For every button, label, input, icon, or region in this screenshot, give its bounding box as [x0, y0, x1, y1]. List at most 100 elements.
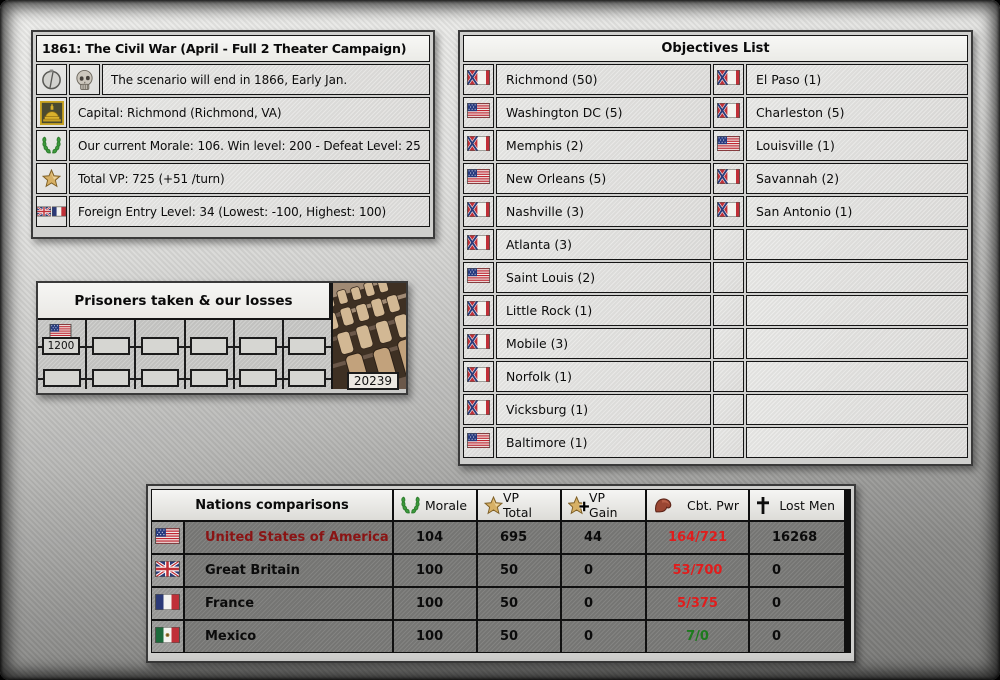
objective-flag-cell	[463, 262, 494, 293]
france-flag	[154, 592, 181, 614]
capitol-icon	[39, 100, 64, 125]
nations-table-title: Nations comparisons	[152, 490, 392, 520]
prisoners-grid: 1200	[38, 320, 331, 389]
scenario-title: 1861: The Civil War (April - Full 2 Thea…	[36, 35, 430, 62]
uk-flag	[37, 206, 51, 217]
objective-label: Little Rock (1)	[496, 295, 711, 326]
uk-flag	[154, 559, 181, 581]
nation-vp-gain: 44	[562, 522, 645, 553]
nation-morale: 100	[394, 588, 476, 619]
csa-flag	[466, 69, 491, 89]
csa-flag	[466, 201, 491, 221]
prisoner-column	[235, 320, 284, 389]
objective-flag-cell	[463, 328, 494, 359]
objective-label: Baltimore (1)	[496, 427, 711, 458]
objective-flag-cell	[713, 64, 744, 95]
objective-flag-cell	[463, 427, 494, 458]
scenario-icon-cell	[36, 97, 67, 128]
nation-vp-gain: 0	[562, 555, 645, 586]
objective-flag-cell	[713, 196, 744, 227]
nation-vp-total: 50	[478, 555, 560, 586]
nations-panel: Nations comparisons Morale VP Total VP Gain…	[146, 484, 856, 663]
scenario-icon-cell	[36, 130, 67, 161]
scenario-row-text: Total VP: 725 (+51 /turn)	[69, 163, 430, 194]
nation-morale: 104	[394, 522, 476, 553]
scenario-icon-cell	[36, 196, 67, 227]
prisoners-count-box	[239, 337, 278, 355]
bicep-icon	[653, 496, 673, 515]
prisoner-column: 1200	[38, 320, 88, 389]
nation-flag-cell	[152, 621, 183, 652]
star-icon	[484, 495, 503, 515]
objective-flag-cell	[463, 196, 494, 227]
objective-flag-cell	[713, 262, 744, 293]
objectives-title: Objectives List	[463, 35, 968, 62]
objective-flag-cell	[463, 361, 494, 392]
nations-column-label: VP Gain	[589, 490, 618, 520]
prisoner-column	[87, 320, 137, 389]
clock-icon	[40, 68, 63, 91]
objective-flag-cell	[463, 163, 494, 194]
nations-column-label: Lost Men	[779, 497, 835, 513]
scenario-row-text: The scenario will end in 1866, Early Jan…	[102, 64, 430, 95]
objective-flag-cell	[713, 328, 744, 359]
nation-vp-total: 50	[478, 588, 560, 619]
objective-label	[746, 229, 968, 260]
usa-flag	[466, 102, 491, 122]
nations-column-header: VP Total	[478, 490, 560, 520]
nation-lost-men: 0	[750, 588, 844, 619]
nation-cbt-pwr: 164/721	[647, 522, 748, 553]
nation-vp-gain: 0	[562, 621, 645, 652]
objective-label	[746, 361, 968, 392]
mexico-flag	[154, 625, 181, 647]
nation-vp-total: 50	[478, 621, 560, 652]
scenario-row: Our current Morale: 106. Win level: 200 …	[36, 130, 430, 161]
objective-label: Norfolk (1)	[496, 361, 711, 392]
nation-name: Mexico	[185, 621, 392, 652]
nation-cbt-pwr: 7/0	[647, 621, 748, 652]
csa-flag	[716, 201, 741, 221]
scenario-row-text: Foreign Entry Level: 34 (Lowest: -100, H…	[69, 196, 430, 227]
objective-label: Vicksburg (1)	[496, 394, 711, 425]
laurel-icon	[41, 135, 62, 156]
objective-label	[746, 427, 968, 458]
nation-flag-cell	[152, 588, 183, 619]
csa-flag	[466, 366, 491, 386]
objective-flag-cell	[463, 97, 494, 128]
objective-flag-cell	[463, 130, 494, 161]
scenario-row-text: Capital: Richmond (Richmond, VA)	[69, 97, 430, 128]
csa-flag	[466, 135, 491, 155]
objective-label: Charleston (5)	[746, 97, 968, 128]
nations-column-label: Cbt. Pwr	[687, 497, 739, 513]
prisoner-column	[284, 320, 331, 389]
objective-label: Washington DC (5)	[496, 97, 711, 128]
objective-label	[746, 394, 968, 425]
nation-flag-cell	[152, 555, 183, 586]
prisoner-column	[186, 320, 235, 389]
nations-table: Nations comparisons Morale VP Total VP Gain…	[151, 489, 851, 653]
scenario-row: Total VP: 725 (+51 /turn)	[36, 163, 430, 194]
nation-name: Great Britain	[185, 555, 392, 586]
nations-column-header: Morale	[394, 490, 476, 520]
losses-count-box	[190, 369, 229, 387]
scenario-icon-cell	[36, 163, 67, 194]
objective-flag-cell	[463, 295, 494, 326]
objectives-grid: Richmond (50) El Paso (1) Washington DC (5…	[463, 64, 968, 458]
objective-label: New Orleans (5)	[496, 163, 711, 194]
prisoners-count-box	[190, 337, 229, 355]
csa-flag	[466, 333, 491, 353]
scenario-row: Capital: Richmond (Richmond, VA)	[36, 97, 430, 128]
cross-icon	[756, 496, 770, 515]
star-plus-icon	[568, 495, 589, 515]
objective-flag-cell	[713, 394, 744, 425]
nation-lost-men: 16268	[750, 522, 844, 553]
nation-flag-cell	[152, 522, 183, 553]
objective-label	[746, 328, 968, 359]
csa-flag	[716, 168, 741, 188]
objective-label: Mobile (3)	[496, 328, 711, 359]
losses-count-box	[42, 369, 81, 387]
objective-label: Louisville (1)	[746, 130, 968, 161]
objective-label: Savannah (2)	[746, 163, 968, 194]
nation-cbt-pwr: 5/375	[647, 588, 748, 619]
objective-flag-cell	[713, 427, 744, 458]
